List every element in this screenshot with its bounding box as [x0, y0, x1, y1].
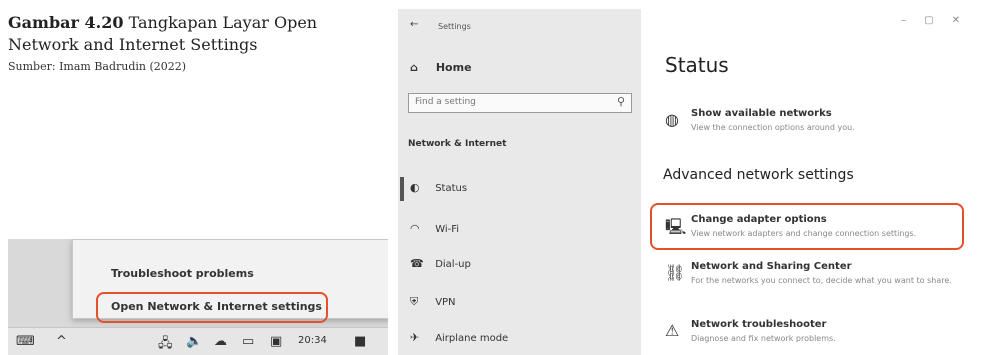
wifi-icon: ◠: [410, 222, 420, 235]
sharing-center-desc: For the networks you connect to, decide …: [691, 276, 952, 285]
menu-item-troubleshoot[interactable]: Troubleshoot problems: [111, 267, 254, 280]
cloud-icon[interactable]: ☁: [214, 334, 227, 349]
network-status-icon: ◍: [665, 110, 679, 129]
sharing-center-icon: ⛓: [665, 263, 686, 282]
sidebar-item-label: VPN: [435, 297, 456, 308]
search-placeholder: Find a setting: [415, 97, 476, 107]
network-icon[interactable]: 🖧: [158, 334, 173, 355]
keyboard-icon[interactable]: ⌨: [16, 334, 35, 349]
figure-label: Gambar 4.20: [8, 13, 124, 32]
sidebar-item-dialup[interactable]: ☎ Dial-up: [410, 257, 471, 270]
figure-source: Sumber: Imam Badrudin (2022): [8, 60, 187, 73]
sidebar-home[interactable]: ⌂ Home: [410, 61, 472, 74]
figure-caption: Gambar 4.20 Tangkapan Layar Open Network…: [8, 12, 368, 73]
show-networks-title: Show available networks: [691, 108, 832, 119]
show-networks-desc: View the connection options around you.: [691, 123, 855, 132]
sidebar-item-label: Airplane mode: [435, 333, 509, 344]
settings-sidebar: ← Settings ⌂ Home Find a setting ⚲ Netwo…: [398, 9, 641, 355]
sidebar-section-heading: Network & Internet: [408, 139, 507, 149]
warning-icon: ⚠: [665, 321, 680, 340]
troubleshooter-title: Network troubleshooter: [691, 319, 827, 330]
chevron-up-icon[interactable]: ^: [56, 334, 67, 349]
sidebar-item-wifi[interactable]: ◠ Wi-Fi: [410, 222, 459, 235]
active-indicator: [400, 177, 404, 201]
clock[interactable]: 20:34: [298, 335, 327, 346]
sidebar-item-airplane-mode[interactable]: ✈ Airplane mode: [410, 331, 508, 344]
figure-title-text: Gambar 4.20 Tangkapan Layar Open Network…: [8, 12, 368, 56]
advanced-heading: Advanced network settings: [663, 167, 854, 183]
vpn-icon: ⛨: [410, 295, 419, 308]
status-icon: ◐: [410, 181, 420, 194]
settings-main: –▢✕ Status ◍ Show available networks Vie…: [641, 9, 988, 355]
sharing-center-title: Network and Sharing Center: [691, 261, 852, 272]
highlight-open-network-settings: [96, 292, 328, 323]
settings-screenshot: ← Settings ⌂ Home Find a setting ⚲ Netwo…: [398, 9, 988, 355]
page-title: Status: [665, 53, 729, 77]
dialup-icon: ☎: [410, 257, 424, 270]
home-icon: ⌂: [410, 61, 418, 74]
airplane-icon: ✈: [410, 331, 420, 344]
battery-icon[interactable]: ▭: [242, 334, 254, 349]
sidebar-item-label: Wi-Fi: [435, 224, 460, 235]
window-title: Settings: [438, 22, 471, 31]
troubleshooter-desc: Diagnose and fix network problems.: [691, 334, 836, 343]
window-controls[interactable]: –▢✕: [901, 15, 978, 26]
display-icon[interactable]: ▣: [270, 334, 282, 349]
notification-icon[interactable]: ■: [354, 334, 366, 349]
volume-icon[interactable]: 🔈: [186, 334, 202, 349]
sidebar-item-vpn[interactable]: ⛨ VPN: [410, 295, 456, 309]
highlight-change-adapter: [650, 203, 964, 250]
search-icon: ⚲: [616, 95, 625, 108]
search-input[interactable]: Find a setting ⚲: [408, 93, 632, 113]
home-label: Home: [435, 61, 472, 74]
sidebar-item-label: Dial-up: [435, 259, 471, 270]
taskbar: ⌨ ^ 🖧 🔈 ☁ ▭ ▣ 20:34 ■: [8, 327, 388, 355]
sidebar-item-label: Status: [435, 183, 468, 194]
back-arrow-icon[interactable]: ←: [410, 19, 418, 30]
sidebar-item-status[interactable]: ◐ Status: [410, 181, 467, 194]
